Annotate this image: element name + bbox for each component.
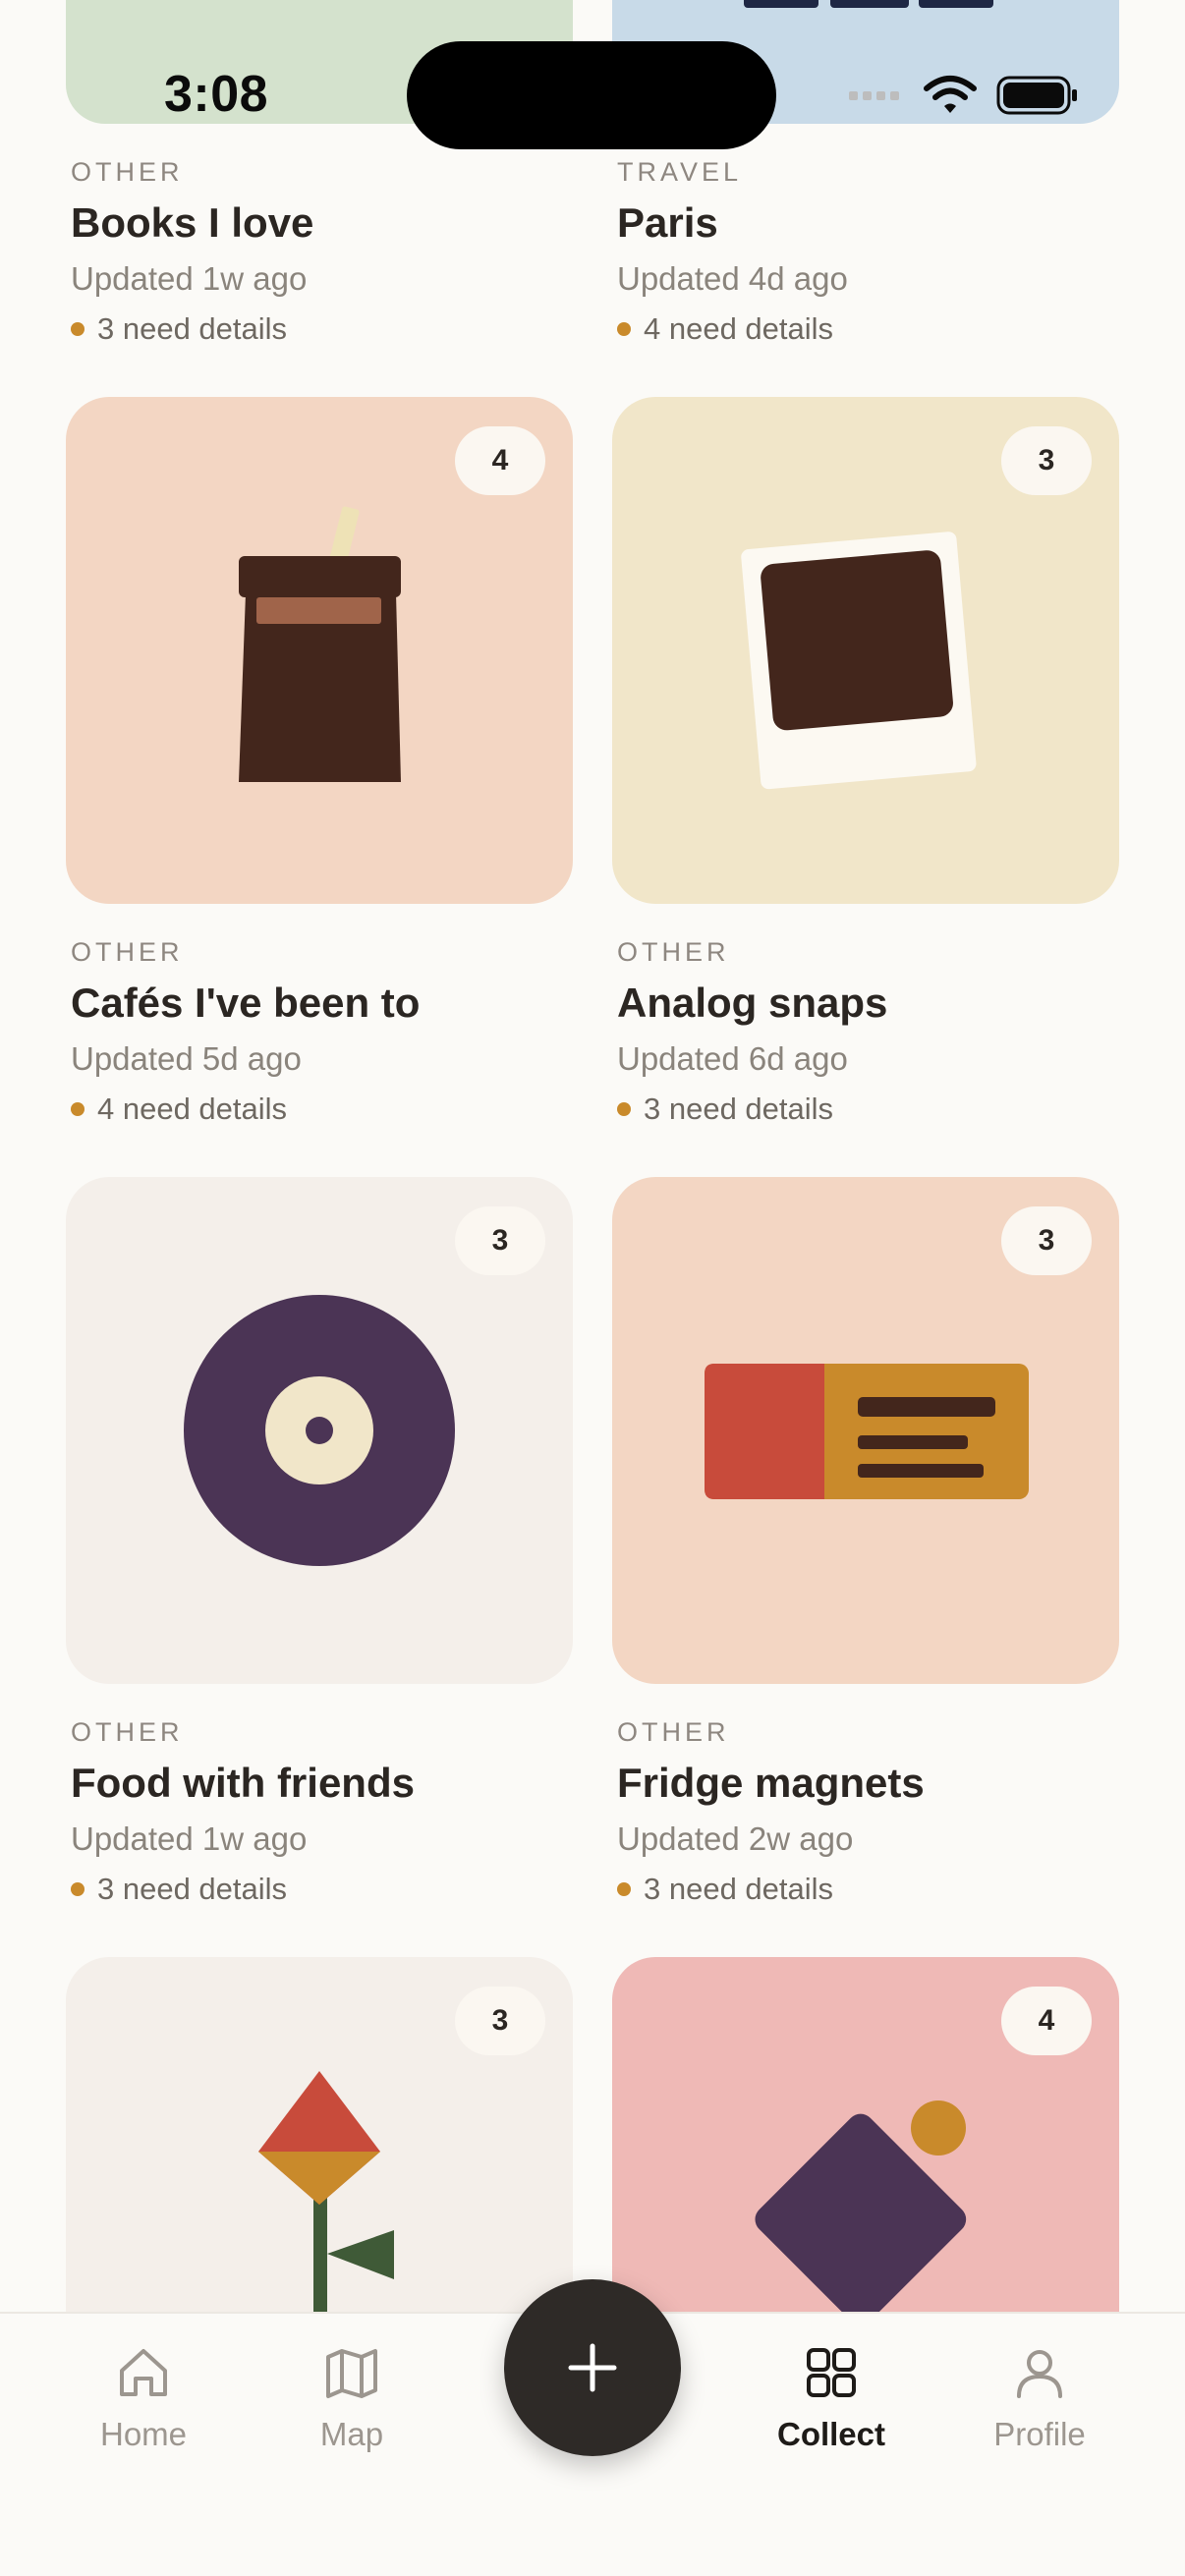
updated-text: Updated 6d ago bbox=[617, 1040, 848, 1077]
signal-icon bbox=[849, 91, 899, 100]
category-label: OTHER bbox=[71, 157, 184, 187]
collection-meta: OTHER Fridge magnets Updated 2w ago 3 ne… bbox=[617, 1717, 1124, 1907]
item-count-badge: 3 bbox=[1001, 1206, 1092, 1275]
item-count-badge: 3 bbox=[455, 1206, 545, 1275]
collection-meta: OTHER Books I love Updated 1w ago 3 need… bbox=[71, 157, 578, 347]
item-count-badge: 4 bbox=[1001, 1987, 1092, 2055]
collection-title[interactable]: Books I love bbox=[71, 199, 578, 247]
item-count-badge: 3 bbox=[455, 1987, 545, 2055]
needs-details-text: 3 need details bbox=[644, 1872, 834, 1906]
updated-text: Updated 2w ago bbox=[617, 1820, 854, 1857]
collection-card-food-with-friends[interactable]: 3 bbox=[66, 1177, 573, 1684]
status-dot bbox=[617, 1102, 631, 1116]
needs-details-text: 4 need details bbox=[644, 311, 834, 346]
add-button[interactable] bbox=[504, 2279, 681, 2456]
home-icon bbox=[120, 2349, 167, 2396]
collection-title[interactable]: Fridge magnets bbox=[617, 1760, 1124, 1807]
tab-label: Profile bbox=[993, 2416, 1086, 2452]
needs-details: 4 need details bbox=[71, 1092, 578, 1127]
tab-map[interactable]: Map bbox=[254, 2314, 450, 2471]
tab-home[interactable]: Home bbox=[45, 2314, 242, 2471]
person-icon bbox=[1017, 2350, 1062, 2398]
tab-profile[interactable]: Profile bbox=[941, 2314, 1138, 2471]
tab-label: Home bbox=[99, 2416, 188, 2452]
tab-collect[interactable]: Collect bbox=[733, 2314, 930, 2471]
needs-details-text: 4 need details bbox=[97, 1092, 288, 1126]
status-time: 3:08 bbox=[164, 66, 269, 123]
updated-text: Updated 1w ago bbox=[71, 260, 308, 297]
collection-title[interactable]: Analog snaps bbox=[617, 980, 1124, 1027]
status-dot bbox=[71, 322, 85, 336]
plus-icon bbox=[568, 2343, 617, 2392]
collection-title[interactable]: Food with friends bbox=[71, 1760, 578, 1807]
category-label: TRAVEL bbox=[617, 157, 743, 187]
needs-details: 4 need details bbox=[617, 311, 1124, 347]
category-label: OTHER bbox=[71, 1717, 184, 1747]
collection-meta: OTHER Food with friends Updated 1w ago 3… bbox=[71, 1717, 578, 1907]
needs-details-text: 3 need details bbox=[97, 311, 288, 346]
collection-title[interactable]: Paris bbox=[617, 199, 1124, 247]
collection-meta: OTHER Analog snaps Updated 6d ago 3 need… bbox=[617, 937, 1124, 1127]
needs-details-text: 3 need details bbox=[644, 1092, 834, 1126]
wifi-icon bbox=[924, 76, 977, 113]
item-count-badge: 4 bbox=[455, 426, 545, 495]
grid-icon bbox=[807, 2348, 856, 2397]
updated-text: Updated 1w ago bbox=[71, 1820, 308, 1857]
collection-card-fridge-magnets[interactable]: 3 bbox=[612, 1177, 1119, 1684]
collection-title[interactable]: Cafés I've been to bbox=[71, 980, 578, 1027]
needs-details: 3 need details bbox=[617, 1092, 1124, 1127]
status-dot bbox=[71, 1102, 85, 1116]
status-icons bbox=[847, 71, 1079, 120]
collection-card-cafes[interactable]: 4 bbox=[66, 397, 573, 904]
battery-icon bbox=[996, 76, 1077, 115]
category-label: OTHER bbox=[71, 937, 184, 967]
category-label: OTHER bbox=[617, 937, 730, 967]
updated-text: Updated 4d ago bbox=[617, 260, 848, 297]
status-dot bbox=[617, 1882, 631, 1896]
collection-meta: OTHER Cafés I've been to Updated 5d ago … bbox=[71, 937, 578, 1127]
status-dot bbox=[617, 322, 631, 336]
map-icon bbox=[326, 2349, 377, 2398]
needs-details: 3 need details bbox=[617, 1872, 1124, 1907]
needs-details-text: 3 need details bbox=[97, 1872, 288, 1906]
collect-screen: 3:08 OTHER Books I love Updated 1w ago 3… bbox=[0, 0, 1185, 2576]
tab-label: Collect bbox=[776, 2416, 886, 2452]
category-label: OTHER bbox=[617, 1717, 730, 1747]
needs-details: 3 need details bbox=[71, 1872, 578, 1907]
needs-details: 3 need details bbox=[71, 311, 578, 347]
status-dot bbox=[71, 1882, 85, 1896]
dynamic-island bbox=[407, 41, 776, 149]
updated-text: Updated 5d ago bbox=[71, 1040, 302, 1077]
collection-meta: TRAVEL Paris Updated 4d ago 4 need detai… bbox=[617, 157, 1124, 347]
item-count-badge: 3 bbox=[1001, 426, 1092, 495]
collection-card-analog-snaps[interactable]: 3 bbox=[612, 397, 1119, 904]
tab-label: Map bbox=[319, 2416, 384, 2452]
